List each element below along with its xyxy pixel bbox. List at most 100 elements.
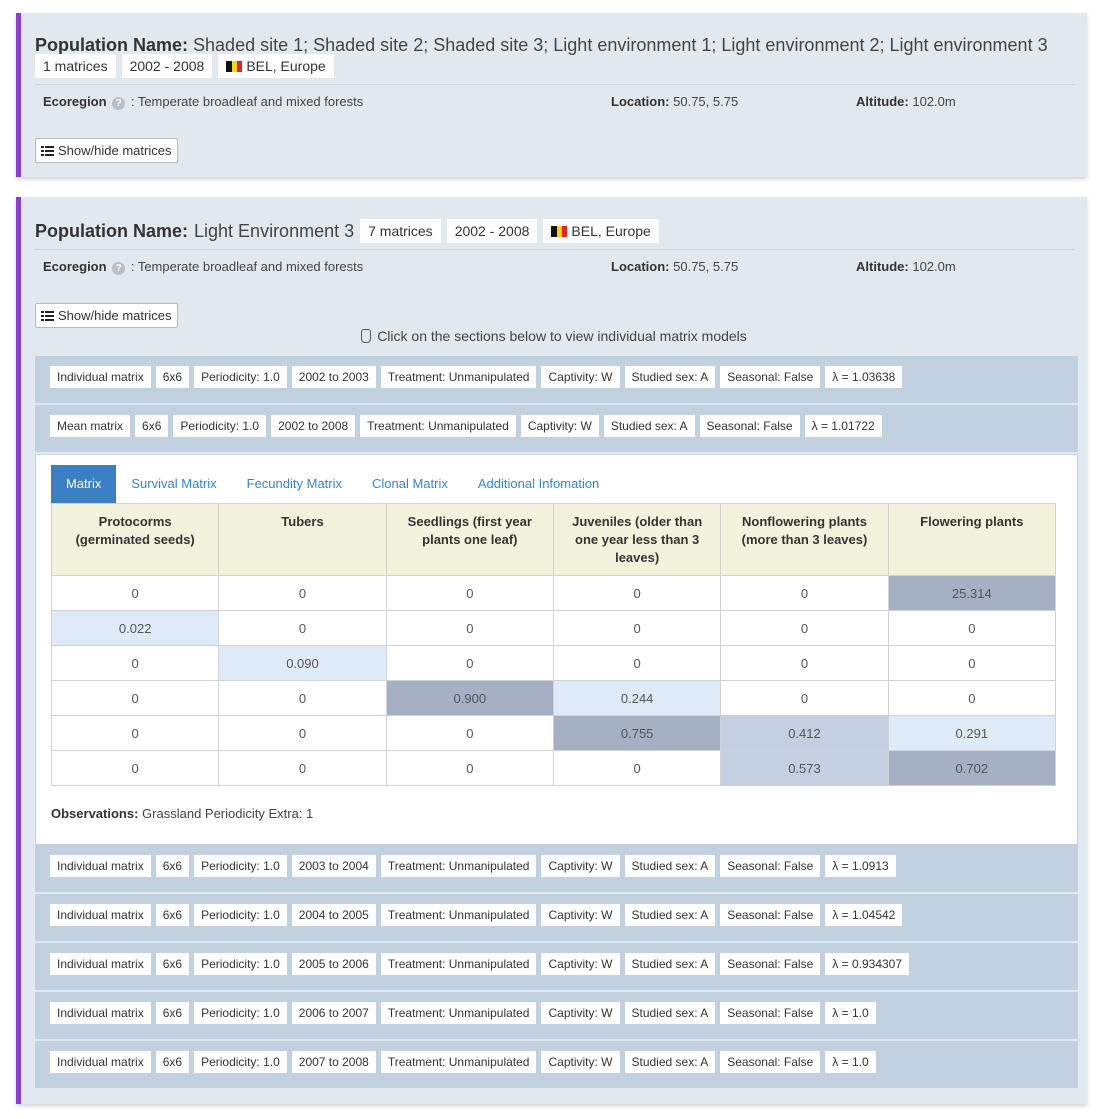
matrix-cell: 0 [218, 610, 387, 646]
matrix-seasonal-badge: Seasonal: False [720, 855, 821, 877]
matrix-cell: 0 [50, 575, 220, 611]
matrix-period-badge: 2006 to 2007 [291, 1002, 376, 1024]
matrix-type-badge: Individual matrix [50, 1051, 151, 1073]
tab-clonal-matrix[interactable]: Clonal Matrix [357, 465, 463, 503]
belgium-flag-icon [226, 61, 243, 72]
matrix-seasonal-badge: Seasonal: False [720, 953, 821, 975]
list-icon [41, 146, 54, 156]
matrix-period-badge: 2003 to 2004 [291, 855, 376, 877]
show-hide-matrices-button[interactable]: Show/hide matrices [35, 138, 179, 163]
matrix-period-badge: 2007 to 2008 [291, 1051, 376, 1073]
tab-fecundity-matrix[interactable]: Fecundity Matrix [232, 465, 357, 503]
question-circle-icon[interactable]: ? [112, 97, 126, 110]
location-label: Location: [611, 259, 670, 274]
matrix-type-badge: Individual matrix [50, 366, 151, 388]
matrix-periodicity-badge: Periodicity: 1.0 [194, 953, 287, 975]
matrix-count-badge: 7 matrices [360, 219, 441, 243]
matrix-cell: 0.573 [720, 750, 889, 786]
matrix-size-badge: 6x6 [135, 415, 169, 437]
matrix-size-badge: 6x6 [155, 1051, 190, 1073]
matrix-cell: 0 [720, 680, 889, 716]
country-label: BEL, Europe [571, 223, 651, 239]
matrix-row[interactable]: Individual matrix 6x6 Periodicity: 1.0 2004… [35, 894, 1078, 943]
observations: Observations: Grassland Periodicity Extr… [51, 806, 313, 821]
matrix-captivity-badge: Captivity: W [541, 953, 620, 975]
matrix-table: Protocorms (germinated seeds) Tubers Seedl… [50, 503, 1057, 786]
matrix-row[interactable]: Individual matrix 6x6 Periodicity: 1.0 2002… [35, 356, 1078, 405]
table-row: 0 0 0 0 0.573 0.702 [50, 750, 1057, 786]
matrix-periodicity-badge: Periodicity: 1.0 [194, 1002, 287, 1024]
list-icon [41, 311, 54, 321]
matrix-treatment-badge: Treatment: Unmanipulated [380, 1002, 537, 1024]
matrix-tabs: Matrix Survival Matrix Fecundity Matrix Clo… [51, 465, 614, 503]
population-name-label: Population Name: [35, 35, 189, 55]
population-card-2: Population Name: Light Environment 3 7 m… [16, 197, 1087, 1104]
ecoregion-value: : Temperate broadleaf and mixed forests [130, 94, 364, 109]
years-badge: 2002 - 2008 [121, 54, 213, 78]
matrix-cell: 0 [50, 750, 220, 786]
matrix-cell: 0 [218, 715, 387, 751]
matrix-row[interactable]: Individual matrix 6x6 Periodicity: 1.0 2007… [35, 1041, 1078, 1090]
matrix-cell: 0 [552, 610, 722, 646]
matrix-type-badge: Individual matrix [50, 855, 151, 877]
country-label: BEL, Europe [246, 58, 326, 74]
matrix-lambda-badge: λ = 1.0 [825, 1002, 876, 1024]
population-name-line: Population Name: Light Environment 3 7 m… [35, 219, 659, 243]
matrix-cell: 0 [385, 645, 554, 681]
matrix-cell: 0.090 [218, 645, 387, 681]
matrix-seasonal-badge: Seasonal: False [720, 1002, 821, 1024]
matrix-row[interactable]: Individual matrix 6x6 Periodicity: 1.0 2003… [35, 845, 1078, 894]
matrix-lambda-badge: λ = 1.01722 [804, 415, 882, 437]
tab-survival-matrix[interactable]: Survival Matrix [116, 465, 231, 503]
matrix-treatment-badge: Treatment: Unmanipulated [360, 415, 516, 437]
country-badge: BEL, Europe [543, 219, 659, 243]
show-hide-matrices-button[interactable]: Show/hide matrices [35, 303, 179, 328]
column-header: Nonflowering plants (more than 3 leaves) [720, 503, 889, 576]
matrix-lambda-badge: λ = 0.934307 [825, 953, 910, 975]
population-name-line: Population Name: Shaded site 1; Shaded s… [35, 35, 1048, 56]
matrix-lambda-badge: λ = 1.04542 [825, 904, 903, 926]
matrix-row[interactable]: Individual matrix 6x6 Periodicity: 1.0 2006… [35, 992, 1078, 1041]
location: Location: 50.75, 5.75 [611, 259, 738, 274]
divider [35, 84, 1075, 85]
column-header: Juveniles (older than one year less than… [552, 503, 722, 576]
matrix-cell: 0 [552, 750, 722, 786]
show-hide-label: Show/hide matrices [58, 143, 172, 158]
ecoregion-label: Ecoregion [43, 94, 107, 109]
matrix-cell: 0 [50, 645, 220, 681]
matrix-row[interactable]: Mean matrix 6x6 Periodicity: 1.0 2002 to 20… [35, 405, 1078, 454]
hand-pointer-icon [361, 329, 372, 343]
matrix-cell: 0.022 [50, 610, 220, 646]
tab-matrix[interactable]: Matrix [51, 465, 117, 503]
matrix-cell: 0 [218, 750, 387, 786]
matrix-captivity-badge: Captivity: W [541, 1051, 620, 1073]
matrix-cell: 0 [720, 645, 889, 681]
matrix-size-badge: 6x6 [155, 904, 190, 926]
instruction-hint: Click on the sections below to view indi… [21, 328, 1087, 344]
column-header: Seedlings (first year plants one leaf) [385, 503, 554, 576]
matrix-row[interactable]: Individual matrix 6x6 Periodicity: 1.0 2005… [35, 943, 1078, 992]
matrix-cell: 0 [385, 610, 554, 646]
matrix-cell: 0 [720, 575, 889, 611]
show-hide-label: Show/hide matrices [58, 308, 172, 323]
matrix-period-badge: 2005 to 2006 [291, 953, 376, 975]
matrix-treatment-badge: Treatment: Unmanipulated [380, 855, 537, 877]
tab-additional-infomation[interactable]: Additional Infomation [463, 465, 614, 503]
matrix-seasonal-badge: Seasonal: False [699, 415, 800, 437]
matrix-captivity-badge: Captivity: W [541, 1002, 620, 1024]
location-label: Location: [611, 94, 670, 109]
matrix-cell: 0 [385, 715, 554, 751]
altitude-value: 102.0m [912, 94, 956, 109]
altitude-value: 102.0m [912, 259, 956, 274]
location-value: 50.75, 5.75 [673, 259, 739, 274]
matrix-cell: 0 [385, 575, 554, 611]
matrix-cell: 0.412 [720, 715, 889, 751]
matrix-cell: 0 [887, 680, 1057, 716]
matrix-cell: 0.291 [887, 715, 1057, 751]
matrix-cell: 25.314 [887, 575, 1057, 611]
matrix-seasonal-badge: Seasonal: False [720, 1051, 821, 1073]
country-badge: BEL, Europe [218, 54, 334, 78]
matrix-cell: 0 [887, 610, 1057, 646]
question-circle-icon[interactable]: ? [112, 262, 126, 275]
ecoregion-label: Ecoregion [43, 259, 107, 274]
